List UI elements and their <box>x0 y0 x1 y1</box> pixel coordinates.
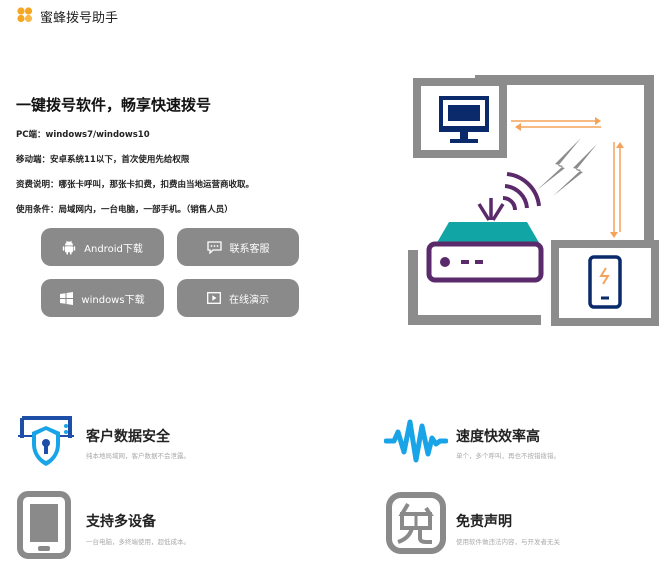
arrows-icon <box>511 117 624 238</box>
info-mobile: 移动端：安卓系统11以下，首次使用先给权限 <box>16 155 190 165</box>
info-conditions: 使用条件：局域网内，一台电脑，一部手机。（销售人员） <box>16 205 233 215</box>
android-download-button[interactable]: Android下载 <box>41 228 164 266</box>
windows-download-label: windows下载 <box>81 294 145 306</box>
info-fees: 资费说明：哪张卡呼叫，那张卡扣费，扣费由当地运营商收取。 <box>16 180 255 190</box>
feature-disclaimer-desc: 使用软件做违法内容，与开发者无关 <box>456 538 560 546</box>
phone-icon <box>551 240 659 326</box>
sound-wave-icon <box>384 419 448 463</box>
feature-multi-device-title: 支持多设备 <box>86 514 156 530</box>
contact-service-button[interactable]: 联系客服 <box>177 228 299 266</box>
security-lock-icon <box>18 416 74 466</box>
monitor-icon <box>413 78 507 158</box>
feature-disclaimer-title: 免责声明 <box>456 514 512 530</box>
mobile-device-icon <box>17 491 71 559</box>
feature-security-desc: 纯本地局域网，客户数据不会泄露。 <box>86 452 190 460</box>
router-icon <box>426 172 544 283</box>
app-header: 蜜蜂拨号助手 <box>0 0 665 30</box>
windows-download-button[interactable]: windows下载 <box>41 279 164 317</box>
contact-service-label: 联系客服 <box>229 243 270 255</box>
android-icon <box>62 240 76 254</box>
android-download-label: Android下载 <box>84 243 143 255</box>
app-title: 蜜蜂拨号助手 <box>40 11 119 26</box>
feature-speed-title: 速度快效率高 <box>456 429 540 445</box>
chat-icon <box>206 240 222 254</box>
connection-illustration <box>408 75 659 326</box>
online-demo-label: 在线演示 <box>229 294 269 306</box>
disclaimer-icon <box>386 492 446 554</box>
hero-title: 一键拨号软件，畅享快速拨号 <box>16 96 212 114</box>
windows-icon <box>60 291 74 305</box>
feature-multi-device-desc: 一台电脑，多终端使用，超低成本。 <box>86 538 190 546</box>
feature-security-title: 客户数据安全 <box>86 429 170 445</box>
play-icon <box>207 292 221 304</box>
info-pc: PC端：windows7/windows10 <box>16 130 150 140</box>
online-demo-button[interactable]: 在线演示 <box>177 279 299 317</box>
feature-speed-desc: 单个，多个呼叫，再也不按错拨错。 <box>456 452 560 460</box>
bee-logo-icon <box>17 7 33 23</box>
